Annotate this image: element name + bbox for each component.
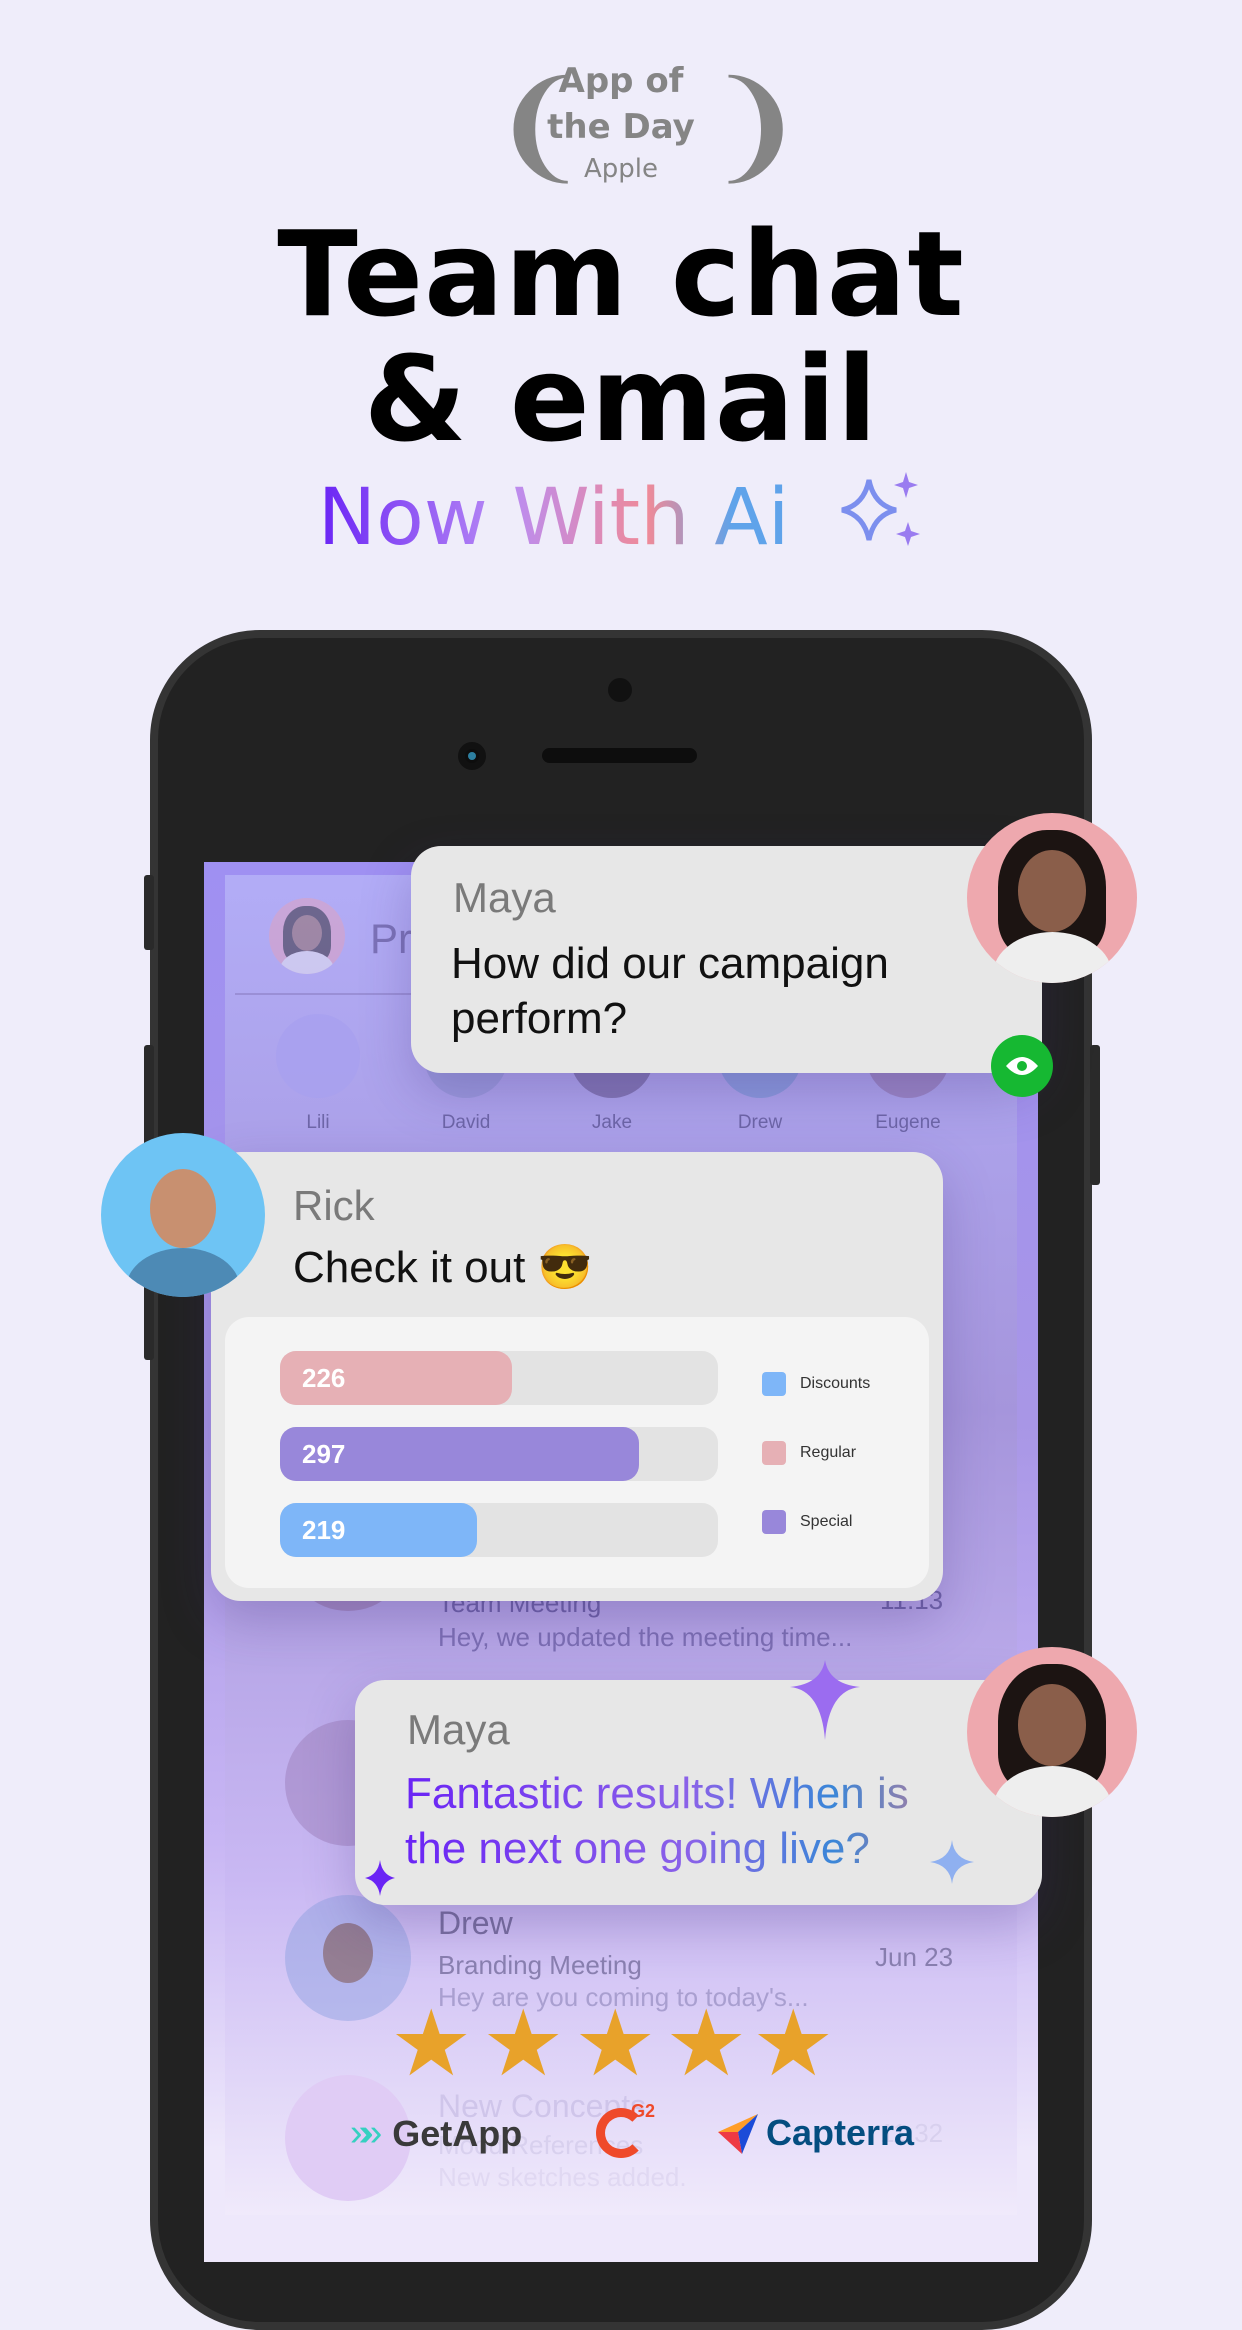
list-preview: Hey, we updated the meeting time... (438, 1622, 853, 1652)
bar-chart-card: 226 297 219 Discounts Regular Special (225, 1317, 929, 1588)
getapp-text: GetApp (392, 2112, 523, 2154)
phone-power-button (1090, 1045, 1100, 1185)
message-bubble-rick: Rick Check it out 😎 226 297 219 Discount… (211, 1152, 943, 1601)
bar-track: 219 (280, 1503, 718, 1557)
headline-line-1: Team chat (277, 205, 965, 343)
sparkle-icon (930, 1840, 974, 1884)
story-label: Drew (737, 1112, 783, 1133)
story-label: Lili (306, 1112, 330, 1133)
list-subject: Branding Meeting (438, 1950, 642, 1980)
sparkle-icon (790, 1660, 860, 1740)
sparkle-icon (365, 1860, 395, 1896)
list-preview: New sketches added. (438, 2162, 687, 2192)
sender-name: Maya (453, 874, 556, 921)
seen-badge (991, 1035, 1053, 1097)
star-icon: ★ (665, 1993, 748, 2095)
story-label: Jake (591, 1112, 633, 1133)
maya-avatar[interactable] (967, 1647, 1137, 1817)
message-text: Check it out 😎 (293, 1243, 593, 1292)
star-icon: ★ (390, 1993, 473, 2095)
rick-avatar[interactable] (101, 1133, 265, 1297)
g2-text: G2 (631, 2101, 656, 2121)
bar-value-label: 297 (302, 1439, 346, 1469)
app-of-the-day-badge: App of the Day Apple (0, 58, 1242, 184)
subtitle-text: Now With Ai (317, 473, 790, 563)
story-avatar[interactable] (276, 1014, 360, 1098)
message-text: How did our campaign perform? (451, 939, 889, 1043)
bar-track: 297 (280, 1427, 718, 1481)
headline-subtitle: Now With Ai (0, 470, 1242, 563)
bar: 226 (280, 1351, 513, 1405)
capterra-logo: Capterra (718, 2112, 914, 2154)
legend-label: Special (800, 1513, 853, 1530)
bar: 297 (280, 1427, 640, 1481)
legend-swatch (762, 1510, 786, 1534)
front-camera (458, 742, 486, 770)
phone-side-button (144, 875, 154, 950)
list-time: Jun 23 (875, 1942, 954, 1972)
headline-line-2: & email (363, 330, 879, 468)
star-icon: ★ (574, 1993, 657, 2095)
legend-swatch (762, 1441, 786, 1465)
legend-label: Regular (800, 1444, 857, 1461)
star-icon: ★ (482, 1993, 565, 2095)
story-label: David (441, 1112, 491, 1133)
star-icon: ★ (752, 1993, 835, 2095)
list-name: Drew (438, 1905, 513, 1941)
message-bubble-maya: Maya How did our campaign perform? (411, 846, 1042, 1073)
capterra-arrow-icon (718, 2114, 758, 2154)
message-bubble-maya-ai: Maya Fantastic results! When is the next… (355, 1660, 1042, 1905)
laurel-left-icon: ❨ (490, 59, 591, 193)
bar: 219 (280, 1503, 478, 1557)
eye-icon (1006, 1057, 1038, 1075)
laurel-right-icon: ❩ (705, 59, 806, 193)
getapp-logo: »» GetApp (350, 2112, 522, 2155)
message-text-ai: Fantastic results! When is the next one … (405, 1766, 975, 1876)
bar-value-label: 219 (302, 1515, 346, 1545)
speaker-grille (542, 748, 697, 763)
badge-line-3: Apple (583, 154, 658, 184)
bar-track: 226 (280, 1351, 718, 1405)
sender-name: Rick (293, 1182, 375, 1229)
g2-logo: G2 (596, 2101, 655, 2158)
badge-line-2: the Day (547, 107, 695, 147)
maya-avatar[interactable] (967, 813, 1137, 983)
bar-value-label: 226 (302, 1363, 346, 1393)
profile-avatar[interactable] (269, 898, 345, 974)
getapp-chevrons-icon: »» (350, 2112, 382, 2154)
app-header-title: Pr (370, 915, 412, 962)
sender-name: Maya (407, 1706, 510, 1753)
legend-label: Discounts (800, 1375, 871, 1392)
legend-swatch (762, 1372, 786, 1396)
sparkles-icon (841, 472, 921, 546)
story-label: Eugene (875, 1112, 941, 1133)
badge-line-1: App of (558, 61, 684, 101)
proximity-sensor (608, 678, 632, 702)
capterra-text: Capterra (766, 2112, 915, 2153)
